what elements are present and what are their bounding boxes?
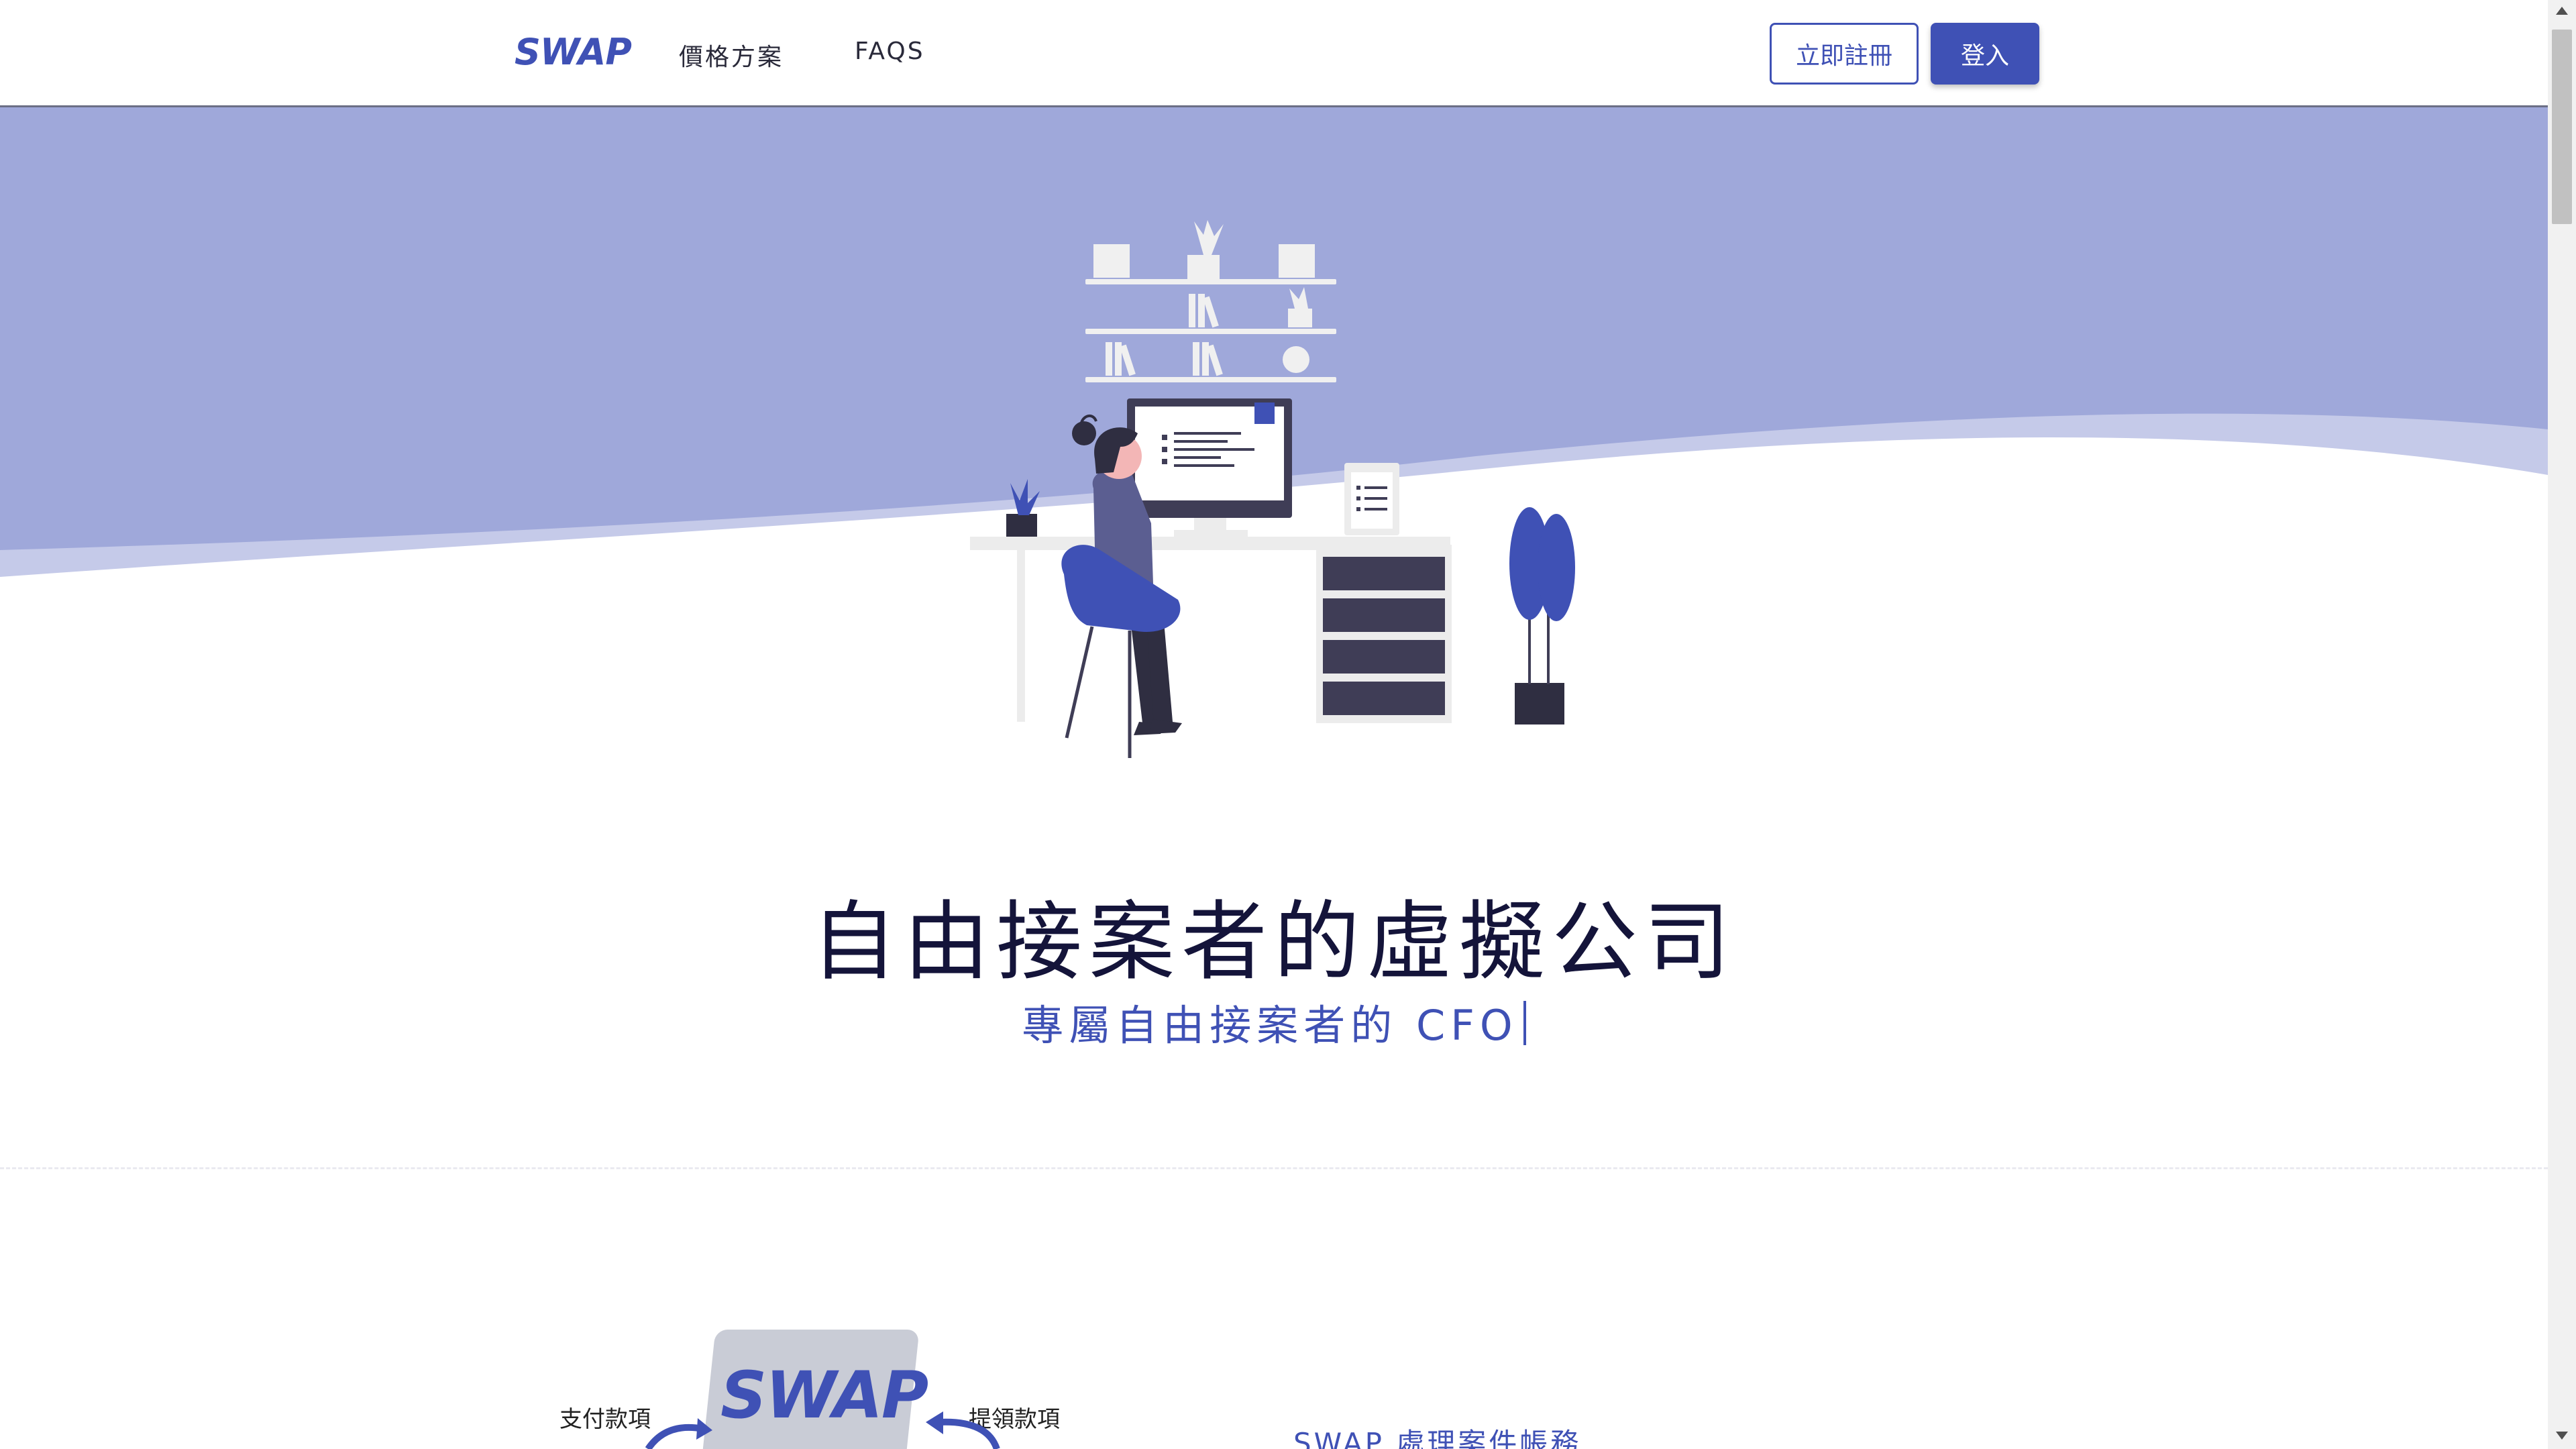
nav-link-pricing[interactable]: 價格方案 <box>679 38 784 72</box>
hero-subtitle: 專屬自由接案者的 CFO <box>0 991 2548 1052</box>
hero-title: 自由接案者的虛擬公司 <box>810 892 1737 992</box>
scroll-thumb[interactable] <box>2552 30 2572 224</box>
page-scrollbar[interactable] <box>2548 0 2576 1449</box>
login-button[interactable]: 登入 <box>1931 23 2039 85</box>
withdraw-arrow-icon <box>926 1411 1000 1449</box>
register-button[interactable]: 立即註冊 <box>1770 23 1919 85</box>
scroll-up-arrow-icon[interactable] <box>2556 7 2568 15</box>
nav-link-faqs[interactable]: FAQS <box>855 38 925 65</box>
section-divider <box>0 1167 2548 1169</box>
top-navbar: SWAP 價格方案 FAQS 立即註冊 登入 <box>0 0 2548 107</box>
scroll-down-arrow-icon[interactable] <box>2556 1432 2568 1440</box>
pay-label: 支付款項 <box>559 1406 651 1433</box>
pay-arrow-icon <box>645 1418 712 1449</box>
typing-cursor <box>1523 1001 1526 1045</box>
bookshelf <box>1085 220 1336 382</box>
freelancer-desk-illustration <box>970 220 1575 758</box>
hero-subtitle-text: 專屬自由接案者的 CFO <box>1022 1001 1518 1050</box>
section-heading: SWAP 處理案件帳務 <box>1293 1427 1582 1449</box>
swap-card-logo: SWAP <box>720 1358 928 1433</box>
swap-logo[interactable]: SWAP <box>515 31 632 73</box>
